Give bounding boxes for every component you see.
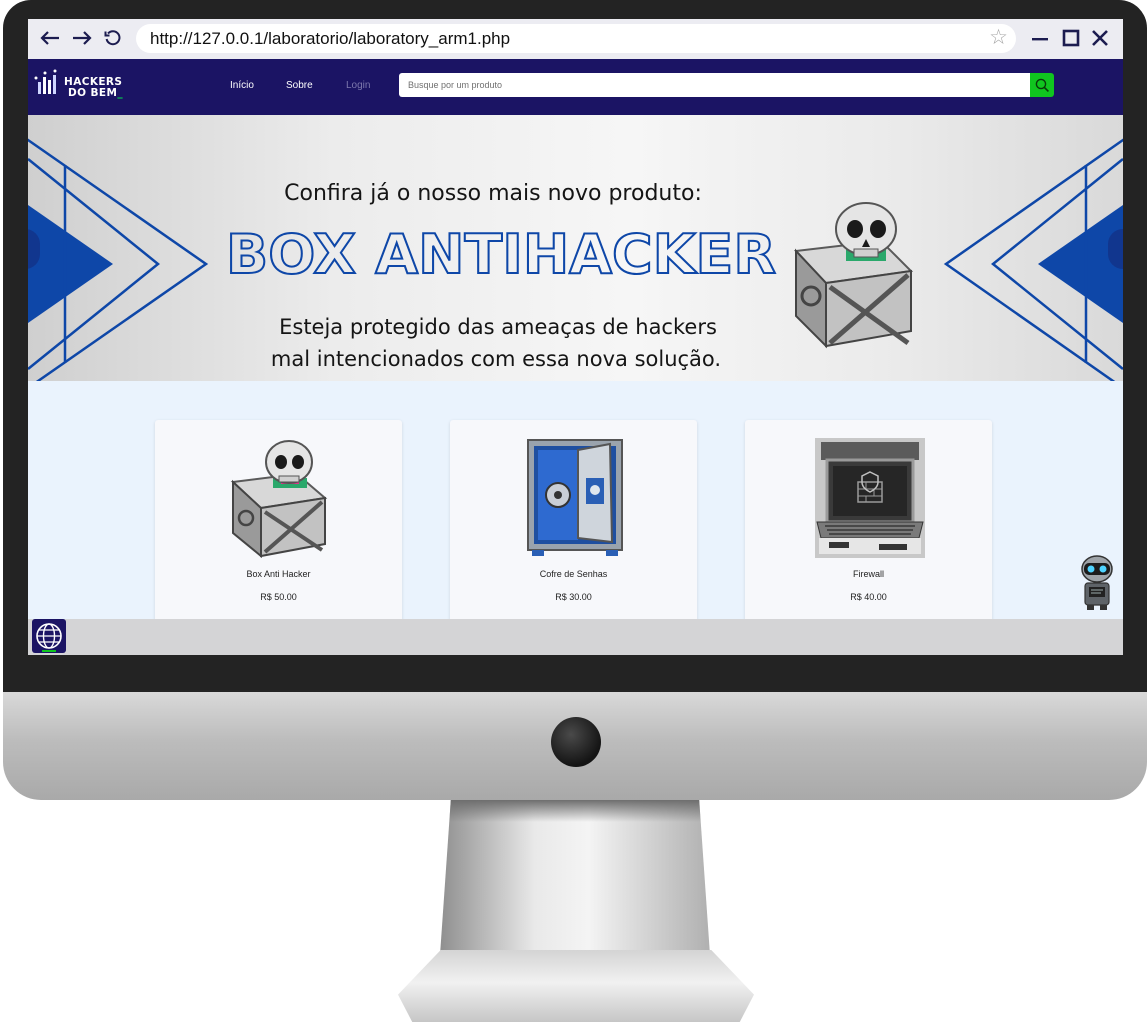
product-card[interactable]: Firewall R$ 40.00	[745, 420, 992, 630]
hero-banner: Confira já o nosso mais novo produto: BO…	[28, 115, 1123, 381]
nav-login[interactable]: Login	[346, 80, 370, 91]
forward-arrow-icon[interactable]	[69, 25, 95, 51]
reload-icon[interactable]	[100, 25, 126, 51]
carousel-next-button[interactable]	[1108, 229, 1123, 269]
product-card[interactable]: Box Anti Hacker R$ 50.00	[155, 420, 402, 630]
product-price: R$ 50.00	[260, 592, 297, 602]
search-button[interactable]	[1030, 73, 1054, 97]
logo-line2: DO BEM	[68, 87, 118, 99]
skull-box-image	[793, 202, 914, 349]
logo-bars-icon	[34, 69, 57, 94]
product-card[interactable]: Cofre de Senhas R$ 30.00	[450, 420, 697, 630]
banner-right-chevrons	[943, 138, 1123, 381]
logo-text: HACKERS DO BEM_	[64, 77, 123, 99]
monitor-logo-dot	[551, 717, 601, 767]
language-button[interactable]	[32, 619, 66, 653]
minimize-icon[interactable]	[1027, 24, 1053, 52]
browser-toolbar: http://127.0.0.1/laboratorio/laboratory_…	[28, 19, 1123, 59]
globe-icon	[36, 623, 62, 652]
address-bar-url: http://127.0.0.1/laboratorio/laboratory_…	[150, 29, 511, 48]
safe-image	[527, 439, 623, 556]
product-price: R$ 30.00	[555, 592, 592, 602]
banner-heading: Confira já o nosso mais novo produto:	[284, 181, 702, 206]
maximize-icon[interactable]	[1058, 24, 1084, 52]
search-icon	[1035, 78, 1049, 92]
product-name: Cofre de Senhas	[539, 569, 608, 579]
nav-inicio[interactable]: Início	[230, 80, 254, 91]
laptop-firewall-image	[815, 438, 925, 558]
product-name: Box Anti Hacker	[246, 569, 311, 579]
address-bar[interactable]: http://127.0.0.1/laboratorio/laboratory_…	[136, 24, 1016, 53]
banner-title-text: BOX ANTIHACKER	[226, 223, 776, 285]
product-name: Firewall	[852, 569, 884, 579]
back-arrow-icon[interactable]	[37, 25, 63, 51]
monitor-screen: http://127.0.0.1/laboratorio/laboratory_…	[28, 19, 1123, 655]
chatbot-robot-icon[interactable]	[1078, 553, 1116, 611]
monitor-stand-base	[398, 950, 754, 1022]
banner-line-1: Esteja protegido das ameaças de hackers	[279, 315, 717, 339]
bookmark-star-icon[interactable]: ☆	[989, 25, 1008, 49]
banner-line-2: mal intencionados com essa nova solução.	[270, 347, 722, 371]
logo-underscore: _	[117, 87, 123, 99]
skull-box-image	[230, 440, 328, 558]
site-logo[interactable]: HACKERS DO BEM_	[34, 69, 134, 105]
banner-title: BOX ANTIHACKER	[225, 223, 777, 285]
banner-left-chevrons	[28, 138, 209, 381]
close-icon[interactable]	[1087, 24, 1113, 52]
nav-sobre[interactable]: Sobre	[286, 80, 313, 91]
search-input[interactable]	[399, 73, 1031, 97]
site-header: HACKERS DO BEM_ Início Sobre Login	[28, 59, 1123, 115]
bottom-bar	[28, 619, 1123, 655]
product-price: R$ 40.00	[850, 592, 887, 602]
monitor-stand-neck	[440, 800, 710, 955]
